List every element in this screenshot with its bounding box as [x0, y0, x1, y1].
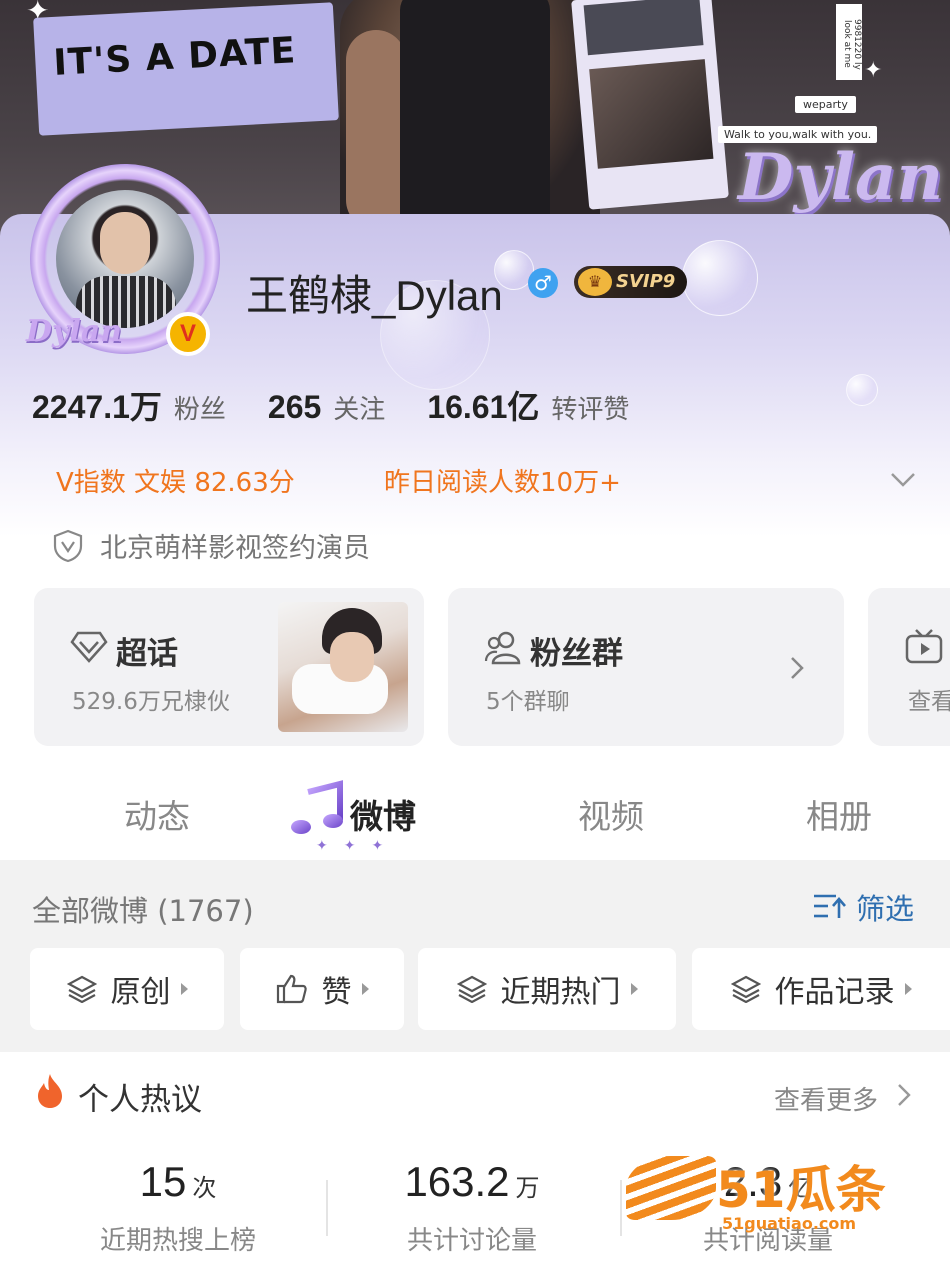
metric-unit: 万 — [515, 1174, 540, 1202]
caret-right-icon — [630, 983, 638, 995]
chip-label: 原创 — [110, 975, 171, 1010]
following-label: 关注 — [333, 395, 386, 425]
hot-search-metric: 15 次 近期热搜上榜 — [28, 1158, 328, 1257]
chip-label: 赞 — [321, 975, 352, 1010]
following-count: 265 — [267, 389, 322, 425]
supertopic-title: 超话 — [116, 636, 178, 672]
cover-title: IT'S A DATE — [52, 30, 298, 84]
fan-group-card[interactable]: 粉丝群 5个群聊 — [448, 588, 844, 746]
chevron-right-icon[interactable] — [896, 1082, 912, 1108]
layers-icon — [66, 975, 97, 1003]
chip-likes[interactable]: 赞 — [240, 948, 404, 1030]
avatar-frame-logo: Dylan — [26, 314, 123, 349]
certification-text: 北京萌样影视签约演员 — [100, 533, 370, 564]
followers-count: 2247.1万 — [32, 389, 162, 425]
metric-label: 近期热搜上榜 — [99, 1226, 256, 1256]
video-card-subtitle: 查看 — [908, 689, 950, 715]
followers-stat[interactable]: 2247.1万 粉丝 — [32, 382, 226, 428]
svip-badge[interactable]: ♛ SVIP9 — [574, 266, 688, 298]
verified-badge-icon: V — [166, 312, 210, 356]
filter-label: 筛选 — [856, 892, 915, 926]
thumbs-up-icon — [276, 974, 307, 1004]
caret-right-icon — [361, 983, 369, 995]
cover-photo-strip — [571, 0, 729, 210]
metric-value: 15 — [139, 1158, 187, 1205]
certification-row: 北京萌样影视签约演员 — [52, 526, 370, 565]
diamond-icon — [70, 631, 108, 663]
tab-posts[interactable]: 动态 — [124, 790, 190, 838]
filter-button[interactable]: 筛选 — [812, 886, 914, 928]
tab-weibo[interactable]: 微博 — [350, 790, 416, 838]
see-more-link[interactable]: 查看更多 — [774, 1080, 878, 1117]
chip-label: 作品记录 — [774, 975, 895, 1010]
cover-tag: weparty — [795, 96, 856, 113]
fire-icon — [38, 1074, 62, 1108]
bubble-decoration — [682, 240, 758, 316]
supertopic-subtitle: 529.6万兄棣伙 — [72, 689, 230, 715]
cover-title-card: IT'S A DATE — [33, 2, 339, 136]
chip-works[interactable]: 作品记录 — [692, 948, 950, 1030]
metric-unit: 次 — [192, 1174, 217, 1202]
feed-filter-section: 全部微博 (1767) 筛选 原创 赞 近期热门 作品记录 — [0, 860, 950, 1052]
yesterday-reads-link[interactable]: 昨日阅读人数10万+ — [384, 462, 621, 499]
cover-vertical-label: 9981220 ly look at me — [836, 4, 862, 80]
profile-header: Dylan V 王鹤棣_Dylan ♂ ♛ SVIP9 2247.1万 粉丝 2… — [0, 164, 950, 860]
feed-count-title: 全部微博 (1767) — [32, 894, 254, 928]
supertopic-thumbnail — [278, 602, 408, 732]
avatar[interactable] — [56, 190, 194, 328]
filter-icon — [814, 894, 846, 918]
watermark-text: 51瓜条 — [716, 1161, 886, 1219]
followers-label: 粉丝 — [173, 395, 226, 425]
caret-right-icon — [180, 983, 188, 995]
engagement-count: 16.61亿 — [427, 389, 540, 425]
hot-topics-title: 个人热议 — [78, 1082, 202, 1118]
watermark-logo-icon — [626, 1156, 716, 1220]
group-icon — [484, 631, 521, 665]
layers-icon — [456, 975, 487, 1003]
profile-tabs: 动态 微博 ✦✦✦ 视频 相册 — [0, 774, 950, 860]
supertopic-card[interactable]: 超话 529.6万兄棣伙 — [34, 588, 424, 746]
discussion-metric: 163.2 万 共计讨论量 — [322, 1158, 622, 1257]
video-card[interactable]: 查看 — [868, 588, 950, 746]
watermark: 51瓜条 51guatiao.com — [622, 1148, 922, 1238]
engagement-stat[interactable]: 16.61亿 转评赞 — [427, 382, 629, 428]
fan-group-title: 粉丝群 — [530, 636, 623, 672]
caret-right-icon — [904, 983, 912, 995]
tv-icon — [905, 629, 943, 664]
male-icon: ♂ — [528, 268, 558, 298]
username: 王鹤棣_Dylan — [246, 272, 503, 319]
chip-recent-hot[interactable]: 近期热门 — [418, 948, 676, 1030]
crown-icon: ♛ — [578, 268, 612, 296]
metric-label: 共计讨论量 — [406, 1226, 537, 1256]
avatar-frame[interactable]: Dylan V — [26, 164, 220, 356]
cover-logo: Dylan — [738, 140, 943, 215]
profile-stats: 2247.1万 粉丝 265 关注 16.61亿 转评赞 — [32, 382, 671, 428]
v-index-link[interactable]: V指数 文娱 82.63分 — [56, 462, 295, 499]
engagement-label: 转评赞 — [551, 395, 630, 425]
following-stat[interactable]: 265 关注 — [268, 389, 385, 426]
metric-value: 163.2 — [404, 1158, 510, 1205]
chip-label: 近期热门 — [500, 975, 621, 1010]
shield-icon — [53, 529, 83, 562]
chevron-right-icon — [791, 657, 804, 679]
cover-figure — [340, 0, 600, 230]
chip-original[interactable]: 原创 — [30, 948, 224, 1030]
tab-album[interactable]: 相册 — [806, 790, 872, 838]
layers-icon — [730, 975, 761, 1003]
sparkle-icon: ✦ — [864, 58, 883, 83]
fan-group-subtitle: 5个群聊 — [486, 689, 570, 715]
chevron-down-icon[interactable] — [888, 464, 918, 494]
svip-label: SVIP9 — [616, 271, 676, 292]
bubble-decoration — [846, 374, 878, 406]
watermark-url: 51guatiao.com — [722, 1214, 857, 1233]
active-tab-indicator: ✦✦✦ — [316, 838, 400, 854]
tab-video[interactable]: 视频 — [578, 790, 644, 838]
music-note-icon — [291, 780, 343, 834]
